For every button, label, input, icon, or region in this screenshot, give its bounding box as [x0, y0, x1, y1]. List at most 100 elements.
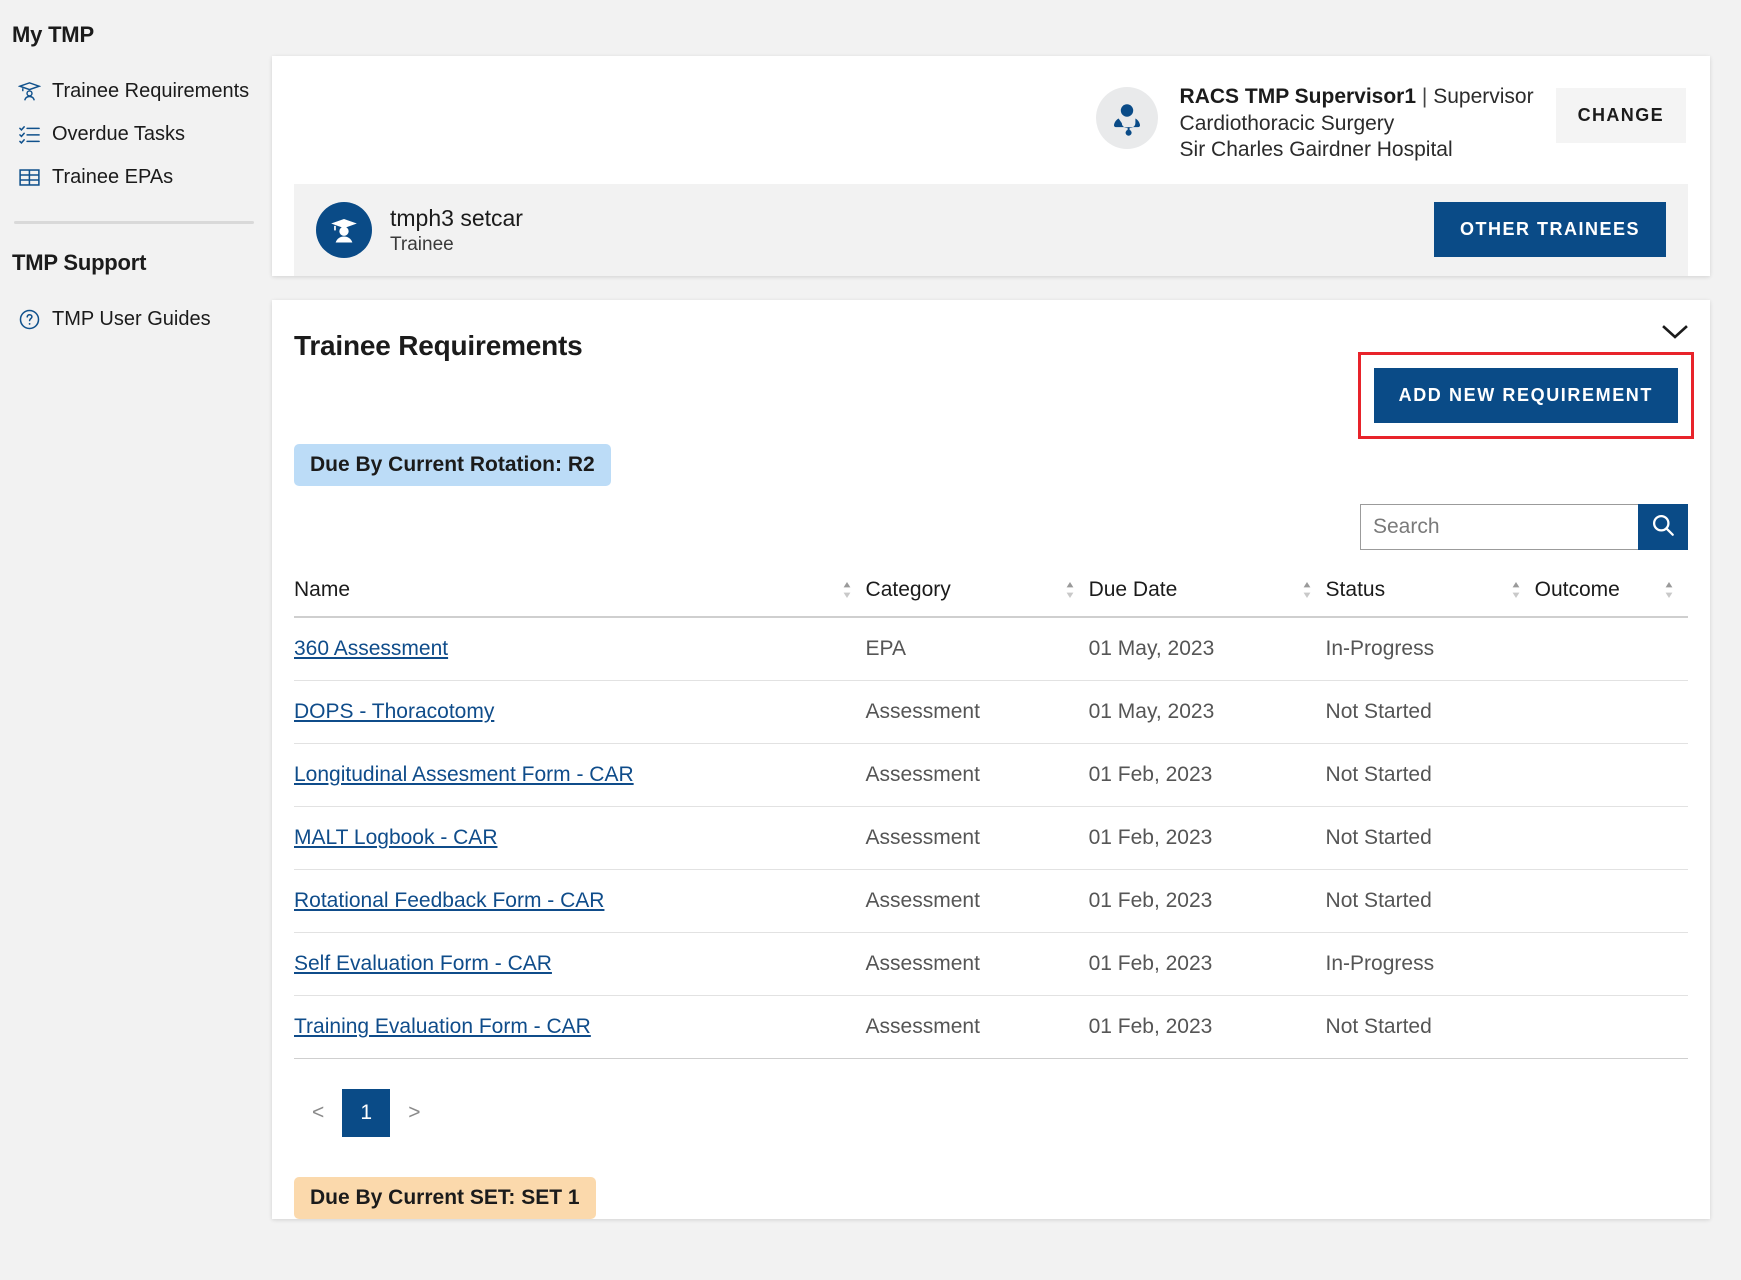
- table-header-row: Name Category Due Date Status Outcome: [294, 563, 1688, 618]
- column-label: Name: [294, 577, 351, 601]
- cell-outcome: [1534, 995, 1688, 1059]
- cell-category: Assessment: [865, 680, 1089, 744]
- main-content: RACS TMP Supervisor1 | Supervisor Cardio…: [272, 0, 1741, 1280]
- sidebar-group-title-my-tmp: My TMP: [12, 22, 94, 47]
- trainee-info: tmph3 setcar Trainee: [316, 201, 523, 258]
- sort-toggle-icon[interactable]: [842, 580, 852, 600]
- chevron-down-icon[interactable]: [1662, 324, 1688, 340]
- doctor-avatar-icon: [1113, 104, 1140, 136]
- cell-category: Assessment: [865, 869, 1089, 933]
- sidebar-item-trainee-requirements[interactable]: Trainee Requirements: [0, 70, 272, 113]
- search-icon: [1650, 512, 1676, 541]
- column-label: Outcome: [1534, 577, 1620, 601]
- pagination-prev[interactable]: <: [306, 1097, 330, 1129]
- add-new-requirement-button[interactable]: ADD NEW REQUIREMENT: [1373, 367, 1678, 423]
- cell-outcome: [1534, 680, 1688, 744]
- pagination-next[interactable]: >: [402, 1097, 426, 1129]
- column-header-due-date[interactable]: Due Date: [1088, 563, 1326, 618]
- supervisor-specialty: Cardiothoracic Surgery: [1179, 111, 1395, 135]
- cell-name: Self Evaluation Form - CAR: [294, 932, 866, 996]
- cell-status: Not Started: [1325, 869, 1535, 933]
- requirement-link[interactable]: Self Evaluation Form - CAR: [294, 952, 552, 975]
- search-button[interactable]: [1638, 503, 1688, 550]
- sort-toggle-icon[interactable]: [1065, 580, 1075, 600]
- question-circle-icon: [18, 308, 41, 331]
- cell-name: 360 Assessment: [294, 616, 866, 681]
- requirement-link[interactable]: 360 Assessment: [294, 637, 448, 660]
- cell-due-date: 01 Feb, 2023: [1088, 869, 1326, 933]
- cell-outcome: [1534, 869, 1688, 933]
- cell-category: EPA: [865, 616, 1089, 681]
- other-trainees-button[interactable]: OTHER TRAINEES: [1433, 202, 1666, 258]
- cell-name: Rotational Feedback Form - CAR: [294, 869, 866, 933]
- sidebar-item-trainee-epas[interactable]: Trainee EPAs: [0, 156, 272, 199]
- cell-due-date: 01 Feb, 2023: [1088, 995, 1326, 1059]
- requirement-link[interactable]: Longitudinal Assesment Form - CAR: [294, 763, 634, 786]
- supervisor-name: RACS TMP Supervisor1: [1179, 85, 1417, 108]
- cell-status: Not Started: [1325, 995, 1535, 1059]
- table-row: Longitudinal Assesment Form - CAR Assess…: [294, 743, 1688, 807]
- sort-toggle-icon[interactable]: [1664, 580, 1674, 600]
- cell-status: In-Progress: [1325, 932, 1535, 996]
- trainee-name: tmph3 setcar: [390, 204, 523, 231]
- cell-outcome: [1534, 616, 1688, 681]
- cell-name: Longitudinal Assesment Form - CAR: [294, 743, 866, 807]
- checklist-icon: [18, 123, 41, 146]
- trainee-strip: tmph3 setcar Trainee OTHER TRAINEES: [294, 183, 1688, 276]
- sidebar-item-label: Trainee EPAs: [52, 166, 174, 188]
- sidebar-group-title-tmp-support: TMP Support: [12, 250, 147, 275]
- trainee-requirements-card: Trainee Requirements ADD NEW REQUIREMENT…: [272, 299, 1710, 1219]
- cell-name: DOPS - Thoracotomy: [294, 680, 866, 744]
- cell-name: Training Evaluation Form - CAR: [294, 995, 866, 1059]
- add-new-requirement-highlight: ADD NEW REQUIREMENT: [1357, 351, 1694, 439]
- cell-due-date: 01 Feb, 2023: [1088, 932, 1326, 996]
- avatar: [1095, 87, 1158, 149]
- change-supervisor-button[interactable]: CHANGE: [1555, 88, 1686, 143]
- pagination: < 1 >: [306, 1088, 1688, 1137]
- requirements-table: Name Category Due Date Status Outcome 36…: [294, 563, 1688, 1059]
- sidebar: My TMP Trainee Requirements Overdue Task…: [0, 0, 272, 1280]
- supervisor-row: RACS TMP Supervisor1 | Supervisor Cardio…: [272, 56, 1710, 184]
- column-label: Status: [1325, 577, 1386, 601]
- column-header-status[interactable]: Status: [1325, 563, 1535, 618]
- rotation-badge: Due By Current Rotation: R2: [294, 443, 611, 486]
- sidebar-item-overdue-tasks[interactable]: Overdue Tasks: [0, 113, 272, 156]
- sort-toggle-icon[interactable]: [1302, 580, 1312, 600]
- requirement-link[interactable]: Rotational Feedback Form - CAR: [294, 889, 604, 912]
- graduate-icon: [17, 80, 42, 103]
- column-header-name[interactable]: Name: [294, 563, 866, 618]
- sidebar-item-label: TMP User Guides: [52, 308, 211, 330]
- cell-category: Assessment: [865, 806, 1089, 870]
- requirements-body: Trainee Requirements ADD NEW REQUIREMENT…: [272, 300, 1710, 1219]
- page-root: My TMP Trainee Requirements Overdue Task…: [0, 0, 1741, 1280]
- cell-status: In-Progress: [1325, 616, 1535, 681]
- cell-category: Assessment: [865, 995, 1089, 1059]
- requirement-link[interactable]: MALT Logbook - CAR: [294, 826, 497, 849]
- sidebar-item-label: Trainee Requirements: [52, 80, 250, 102]
- cell-status: Not Started: [1325, 680, 1535, 744]
- column-label: Due Date: [1088, 577, 1178, 601]
- supervisor-hospital: Sir Charles Gairdner Hospital: [1179, 138, 1453, 162]
- graduate-avatar-icon: [331, 218, 357, 243]
- cell-status: Not Started: [1325, 806, 1535, 870]
- column-header-category[interactable]: Category: [865, 563, 1089, 618]
- table-row: 360 Assessment EPA 01 May, 2023 In-Progr…: [294, 616, 1688, 681]
- cell-status: Not Started: [1325, 743, 1535, 807]
- cell-due-date: 01 May, 2023: [1088, 680, 1326, 744]
- cell-due-date: 01 May, 2023: [1088, 616, 1326, 681]
- table-row: Training Evaluation Form - CAR Assessmen…: [294, 995, 1688, 1059]
- table-row: MALT Logbook - CAR Assessment 01 Feb, 20…: [294, 806, 1688, 870]
- requirement-link[interactable]: DOPS - Thoracotomy: [294, 700, 494, 723]
- search-row: [294, 503, 1688, 550]
- cell-due-date: 01 Feb, 2023: [1088, 806, 1326, 870]
- cell-outcome: [1534, 743, 1688, 807]
- trainee-role: Trainee: [390, 234, 454, 256]
- cell-category: Assessment: [865, 743, 1089, 807]
- pagination-page-1[interactable]: 1: [342, 1088, 391, 1137]
- sort-toggle-icon[interactable]: [1511, 580, 1521, 600]
- requirement-link[interactable]: Training Evaluation Form - CAR: [294, 1015, 591, 1038]
- search-input[interactable]: [1360, 503, 1638, 550]
- supervisor-info: RACS TMP Supervisor1 | Supervisor Cardio…: [1180, 84, 1534, 164]
- column-header-outcome[interactable]: Outcome: [1534, 563, 1688, 618]
- sidebar-item-tmp-user-guides[interactable]: TMP User Guides: [0, 298, 272, 341]
